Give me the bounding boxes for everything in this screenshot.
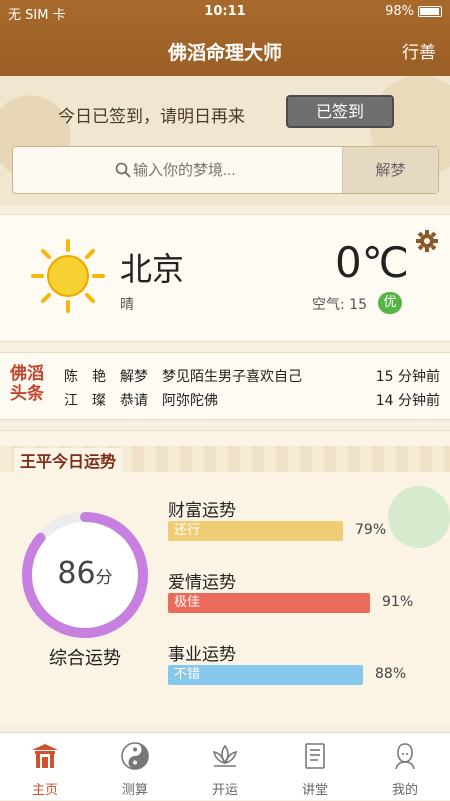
sunny-icon [31, 239, 105, 313]
lotus-icon [212, 744, 238, 767]
score-unit: 分 [95, 568, 113, 588]
top-bar: 无 SIM 卡 10:11 98% 佛滔命理大师 行善 [0, 0, 450, 76]
dream-search-input[interactable] [13, 147, 343, 193]
signin-button[interactable]: 已签到 [286, 95, 394, 128]
weather-temperature: 0℃ [335, 238, 409, 287]
tab-lecture[interactable]: 讲堂 [270, 733, 360, 801]
headline-time: 15 分钟前 [375, 369, 440, 385]
air-quality-badge: 优 [378, 292, 402, 314]
tab-bar: 主页 测算 开运 讲堂 我的 [0, 732, 450, 800]
tab-calculate[interactable]: 测算 [90, 733, 180, 801]
tab-label: 测算 [121, 783, 148, 798]
score-value: 86 [57, 556, 96, 591]
headline-title: 江 璨 恭请 阿弥陀佛 [64, 393, 218, 409]
dream-search-box: 解梦 [12, 146, 439, 194]
headline-time: 14 分钟前 [375, 393, 440, 409]
tab-fortune[interactable]: 开运 [180, 733, 270, 801]
battery-status: 98% [385, 4, 442, 19]
signin-message: 今日已签到，请明日再来 [58, 107, 245, 127]
book-icon [305, 743, 325, 769]
overall-score-label: 综合运势 [49, 648, 121, 669]
wealth-fortune-bar: 还行 [168, 521, 343, 541]
weather-city: 北京 [120, 250, 185, 288]
tab-profile[interactable]: 我的 [360, 733, 450, 801]
charity-button[interactable]: 行善 [402, 38, 436, 63]
tab-home[interactable]: 主页 [0, 733, 90, 801]
temple-icon [32, 744, 58, 768]
decorative-circle [388, 486, 450, 548]
yin-yang-icon [121, 742, 149, 770]
weather-condition: 晴 [120, 297, 134, 313]
page-title: 佛滔命理大师 [167, 42, 282, 64]
tab-label: 我的 [391, 783, 418, 798]
overall-score: 86分 [18, 556, 152, 591]
air-quality-label: 空气: 15 [312, 297, 367, 313]
love-fortune-title: 爱情运势 [168, 573, 236, 593]
battery-icon [418, 6, 442, 17]
tab-label: 主页 [31, 783, 58, 798]
wealth-fortune-percent: 79% [355, 522, 387, 538]
battery-percent: 98% [385, 4, 414, 19]
headline-title: 陈 艳 解梦 梦见陌生男子喜欢自己 [64, 369, 302, 385]
clock: 10:11 [204, 4, 246, 19]
buddha-icon [395, 743, 415, 770]
status-bar: 无 SIM 卡 10:11 98% [0, 4, 450, 23]
gear-icon[interactable] [416, 230, 438, 252]
wealth-fortune-title: 财富运势 [168, 501, 236, 521]
career-fortune-bar: 不错 [168, 665, 363, 685]
tab-label: 开运 [211, 783, 238, 798]
love-fortune-percent: 91% [382, 594, 414, 610]
tab-label: 讲堂 [301, 783, 328, 798]
interpret-dream-button[interactable]: 解梦 [342, 147, 438, 193]
headlines-logo: 佛滔头条 [10, 364, 44, 404]
career-fortune-percent: 88% [375, 666, 407, 682]
fortune-title: 王平今日运势 [14, 448, 123, 472]
career-fortune-title: 事业运势 [168, 645, 236, 665]
love-fortune-bar: 极佳 [168, 593, 370, 613]
